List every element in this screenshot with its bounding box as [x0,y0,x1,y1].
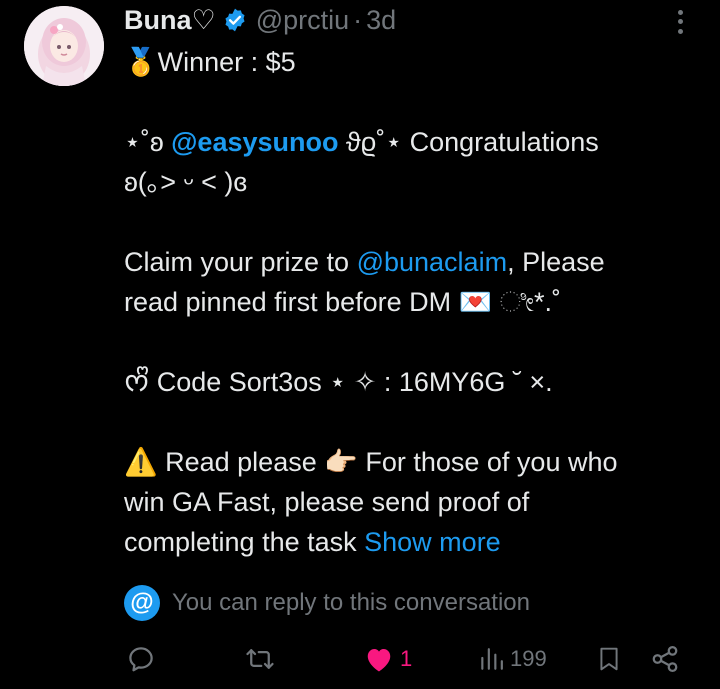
congrats-line: ⋆˚ʚ @easysunoo ϑϱ˚⋆ Congratulations [124,122,694,162]
code-line: ᰔᩚ Code Sort3os ⋆ ✧ : 16MY6G ˘ ×. [124,367,553,397]
views-icon [481,648,503,670]
like-button[interactable]: 1 [364,640,412,678]
kaomoji-line: ʚ(｡˃ ᵕ ˂ )ɞ [124,167,248,197]
reply-note-text: You can reply to this conversation [172,589,530,616]
bookmark-button[interactable] [596,640,622,678]
heart-icon [367,649,391,672]
read-line-2: win GA Fast, please send proof of [124,487,530,517]
mention-easysunoo[interactable]: @easysunoo [171,127,338,157]
tweet[interactable]: Buna♡ @prctiu · 3d 🥇Winner : $5 ⋆˚ʚ @eas… [0,0,720,689]
timestamp[interactable]: 3d [366,5,396,36]
reply-restriction-note: @ You can reply to this conversation [124,584,530,622]
tweet-header: Buna♡ @prctiu · 3d [124,2,396,38]
views-count: 199 [510,646,547,671]
like-count: 1 [400,646,413,671]
share-icon [652,646,678,672]
avatar-illustration [24,6,104,86]
read-line-3-text: completing the task [124,527,365,557]
more-options-icon[interactable] [666,8,694,36]
bookmark-icon [600,647,618,671]
separator-dot: · [353,4,363,35]
claim-prefix: Claim your prize to [124,247,357,277]
congrats-suffix: ϑϱ˚⋆ Congratulations [338,127,599,157]
claim-line-2: read pinned first before DM 💌 ೀ*.˚ [124,287,562,317]
claim-suffix: , Please [507,247,605,277]
at-sign-icon: @ [124,585,160,621]
mention-bunaclaim[interactable]: @bunaclaim [357,247,507,277]
reply-icon [129,647,153,672]
share-button[interactable] [650,640,680,678]
verified-badge-icon [222,7,248,33]
retweet-button[interactable] [244,640,276,678]
congrats-prefix: ⋆˚ʚ [124,127,172,157]
avatar[interactable] [24,6,104,86]
winner-line: 🥇Winner : $5 [124,47,296,77]
display-name[interactable]: Buna♡ [124,5,216,36]
tweet-text: 🥇Winner : $5 ⋆˚ʚ @easysunoo ϑϱ˚⋆ Congrat… [124,42,694,562]
read-line-3: completing the task Show more [124,522,694,562]
show-more-link[interactable]: Show more [364,527,501,557]
retweet-icon [246,649,274,669]
reply-button[interactable] [126,640,156,678]
views-button[interactable]: 199 [478,640,547,678]
handle[interactable]: @prctiu [256,5,349,36]
claim-line: Claim your prize to @bunaclaim, Please [124,242,694,282]
action-bar: 1 199 [0,640,720,678]
read-line: ⚠️ Read please 👉🏻 For those of you who [124,447,618,477]
